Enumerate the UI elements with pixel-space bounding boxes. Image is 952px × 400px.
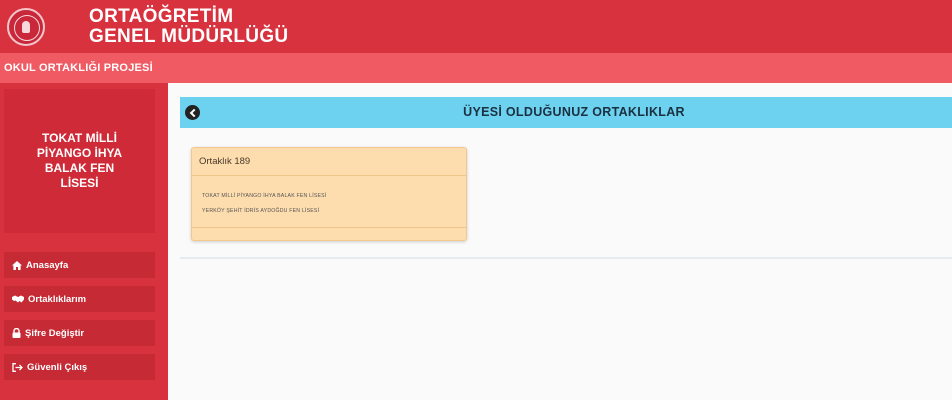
- top-header-bar: ORTAÖĞRETİM GENEL MÜDÜRLÜĞÜ: [0, 0, 952, 53]
- page-title: ÜYESİ OLDUĞUNUZ ORTAKLIKLAR: [463, 105, 685, 119]
- content-divider: [180, 257, 952, 259]
- handshake-icon: [12, 295, 24, 303]
- sidebar-item-label: Ortaklıklarım: [28, 293, 87, 305]
- lock-icon: [12, 328, 21, 338]
- sidebar-item-logout[interactable]: Güvenli Çıkış: [4, 354, 155, 380]
- sidebar-item-label: Şifre Değiştir: [25, 327, 85, 339]
- home-icon: [12, 260, 22, 270]
- school-name: TOKAT MİLLİ PİYANGO İHYA BALAK FEN LİSES…: [36, 131, 123, 190]
- sidebar-item-label: Güvenli Çıkış: [27, 361, 88, 373]
- back-arrow-icon[interactable]: [185, 105, 200, 120]
- partner-school: TOKAT MİLLİ PİYANGO İHYA BALAK FEN LİSES…: [202, 193, 327, 199]
- project-bar: OKUL ORTAKLIĞI PROJESİ: [0, 53, 952, 83]
- sidebar-item-partnerships[interactable]: Ortaklıklarım: [4, 286, 155, 312]
- partnership-schools: TOKAT MİLLİ PİYANGO İHYA BALAK FEN LİSES…: [192, 176, 466, 228]
- partnership-card[interactable]: Ortaklık 189 TOKAT MİLLİ PİYANGO İHYA BA…: [191, 147, 467, 241]
- organization-title: ORTAÖĞRETİM GENEL MÜDÜRLÜĞÜ: [89, 5, 289, 47]
- partnership-name: Ortaklık 189: [192, 148, 466, 176]
- partner-school: YERKÖY ŞEHİT İDRİS AYDOĞDU FEN LİSESİ: [202, 208, 320, 214]
- logout-icon: [12, 362, 23, 372]
- sidebar-item-change-password[interactable]: Şifre Değiştir: [4, 320, 155, 346]
- partnerships-header: ÜYESİ OLDUĞUNUZ ORTAKLIKLAR: [180, 97, 952, 128]
- sidebar-item-home[interactable]: Anasayfa: [4, 252, 155, 278]
- sidebar: TOKAT MİLLİ PİYANGO İHYA BALAK FEN LİSES…: [0, 83, 168, 400]
- school-name-box: TOKAT MİLLİ PİYANGO İHYA BALAK FEN LİSES…: [4, 89, 155, 233]
- org-title-line1: ORTAÖĞRETİM: [89, 5, 234, 27]
- meb-seal-icon: [7, 7, 45, 46]
- project-title: OKUL ORTAKLIĞI PROJESİ: [4, 62, 153, 74]
- sidebar-item-label: Anasayfa: [26, 259, 69, 271]
- org-title-line2: GENEL MÜDÜRLÜĞÜ: [89, 25, 289, 47]
